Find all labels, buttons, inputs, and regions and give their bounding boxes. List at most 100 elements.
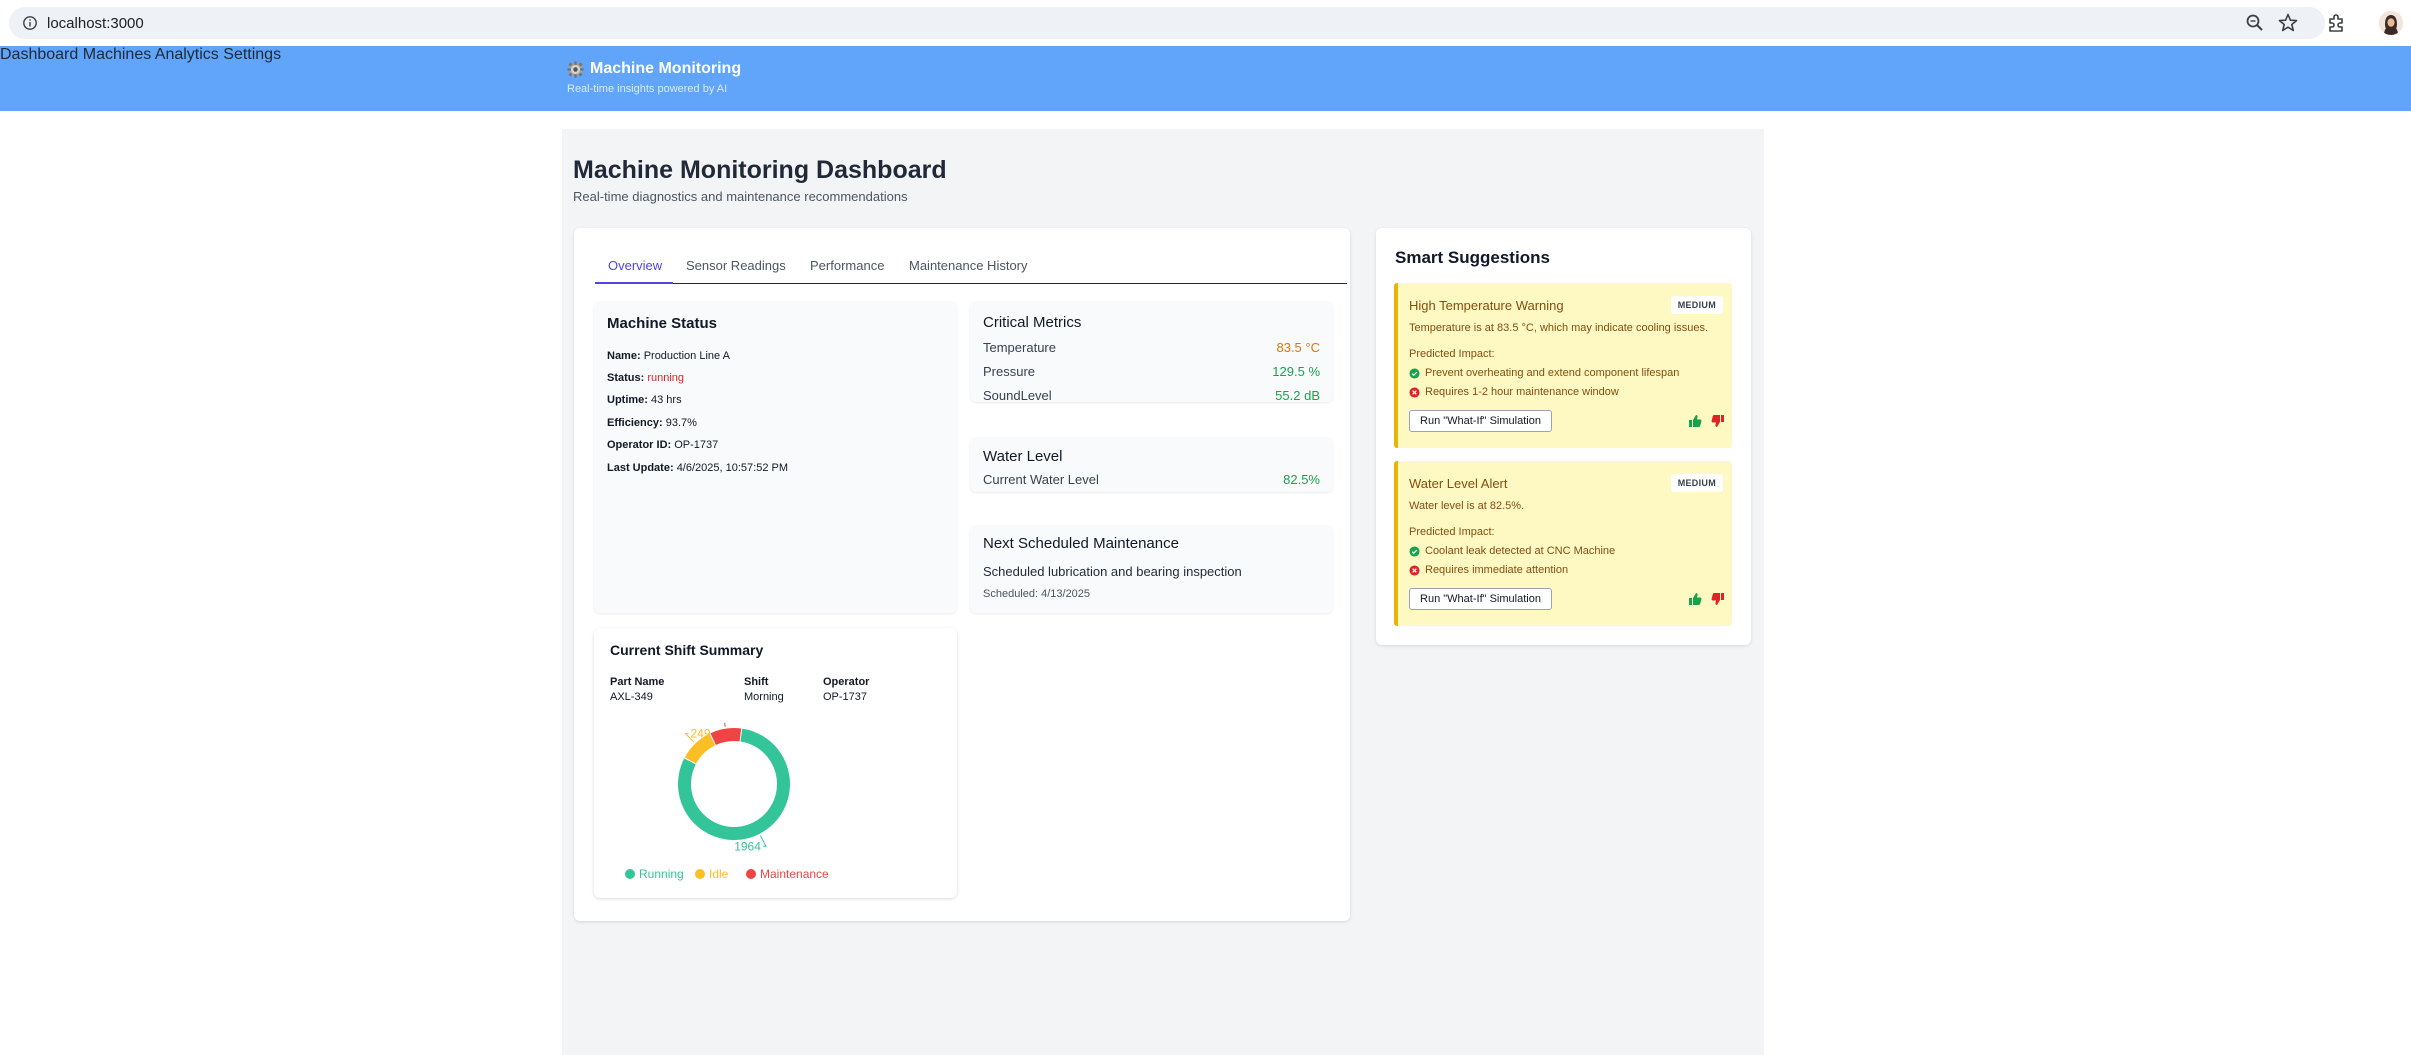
suggestion-title: High Temperature Warning [1409,298,1564,313]
x-circle-icon [1409,386,1420,398]
maintenance-date: Scheduled: 4/13/2025 [983,588,1091,600]
legend-swatch [695,869,705,879]
shift-summary-card: Current Shift Summary Part Name Shift Op… [594,628,957,898]
impact-label: Predicted Impact: [1409,526,1495,538]
suggestion-description: Water level is at 82.5%. [1409,500,1525,512]
data-label-running: 1964 [734,839,761,853]
star-icon[interactable] [2277,12,2299,34]
address-bar[interactable]: localhost:3000 [9,7,2325,39]
maintenance-panel: Next Scheduled Maintenance Scheduled lub… [970,525,1333,613]
status-row-name: Name: Production Line A [607,350,730,362]
donut-slice-maintenance [710,728,742,745]
critical-metrics-panel: Critical Metrics Temperature 83.5 °C Pre… [970,301,1333,403]
status-row-operator: Operator ID: OP-1737 [607,439,719,451]
shift-donut-chart: 1964249227RunningIdleMaintenance [625,723,829,881]
maintenance-title: Next Scheduled Maintenance [983,535,1179,552]
page-subtitle: Real-time diagnostics and maintenance re… [573,189,908,204]
metric-value-pressure: 129.5 % [1272,364,1320,379]
legend-swatch [625,869,635,879]
legend-label: Running [639,867,684,881]
shift-val-shift: Morning [744,691,784,703]
water-level-panel: Water Level Current Water Level 82.5% [970,437,1333,492]
nav-settings[interactable]: Settings [223,46,281,63]
metric-value-temperature: 83.5 °C [1276,340,1320,355]
legend-item-maintenance[interactable]: Maintenance [746,867,829,881]
extensions-icon[interactable] [2326,12,2348,34]
legend-label: Idle [709,867,729,881]
shift-head-part: Part Name [610,676,665,688]
machine-status-panel: Machine Status Name: Production Line A S… [594,301,957,613]
suggestions-title: Smart Suggestions [1395,248,1550,267]
suggestion-title: Water Level Alert [1409,476,1508,491]
suggestion-description: Temperature is at 83.5 °C, which may ind… [1409,322,1709,334]
impact-positive: Coolant leak detected at CNC Machine [1409,545,1615,557]
brand: Machine Monitoring Real-time insights po… [567,60,741,95]
tab-sensor-readings[interactable]: Sensor Readings [686,258,786,273]
water-level-title: Water Level [983,448,1063,465]
metric-label-temperature: Temperature [983,340,1056,355]
status-row-last-update: Last Update: 4/6/2025, 10:57:52 PM [607,462,788,474]
status-value: running [647,372,685,384]
info-icon[interactable] [22,15,38,31]
water-level-value: 82.5% [1283,472,1320,487]
x-circle-icon [1409,564,1420,576]
metric-label-pressure: Pressure [983,364,1036,379]
tab-maintenance-history[interactable]: Maintenance History [909,258,1028,273]
what-if-simulation-button[interactable]: Run "What-If" Simulation [1409,410,1552,432]
legend-item-running[interactable]: Running [625,867,684,881]
tab-performance[interactable]: Performance [810,258,884,273]
browser-toolbar: localhost:3000 [0,0,2411,46]
leader-line-running [759,835,767,847]
zoom-icon[interactable] [2244,12,2266,34]
nav-dashboard[interactable]: Dashboard [0,46,78,63]
app-subtitle: Real-time insights powered by AI [567,83,728,95]
leader-line-maintenance [724,723,726,727]
priority-badge: MEDIUM [1670,296,1723,314]
nav-machines[interactable]: Machines [83,46,151,63]
main-content: Machine Monitoring Dashboard Real-time d… [562,129,1764,1055]
status-row-uptime: Uptime: 43 hrs [607,394,682,406]
machine-status-title: Machine Status [607,315,718,332]
gear-icon [567,60,584,78]
thumbs-down-icon[interactable] [1711,414,1725,428]
legend-swatch [746,869,756,879]
impact-negative: Requires 1-2 hour maintenance window [1409,386,1619,398]
suggestion-water-level: Water Level Alert MEDIUM Water level is … [1394,461,1732,626]
priority-badge: MEDIUM [1670,474,1723,492]
shift-summary-title: Current Shift Summary [610,642,764,658]
shift-val-part: AXL-349 [610,691,653,703]
impact-positive: Prevent overheating and extend component… [1409,367,1679,379]
legend-item-idle[interactable]: Idle [695,867,729,881]
tab-overview[interactable]: Overview [608,258,662,273]
what-if-simulation-button[interactable]: Run "What-If" Simulation [1409,588,1552,610]
suggestion-high-temperature: High Temperature Warning MEDIUM Temperat… [1394,283,1732,448]
thumbs-up-icon[interactable] [1688,414,1702,428]
url-text[interactable]: localhost:3000 [47,15,144,32]
metric-value-soundlevel: 55.2 dB [1275,388,1320,403]
profile-avatar[interactable] [2379,11,2403,35]
check-circle-icon [1409,367,1420,379]
active-tab-indicator [595,282,673,284]
overview-card: Overview Sensor Readings Performance Mai… [574,228,1350,921]
data-label-idle: 249 [690,727,710,741]
shift-val-operator: OP-1737 [823,691,868,703]
thumbs-up-icon[interactable] [1688,592,1702,606]
metric-label-soundlevel: SoundLevel [983,388,1052,403]
thumbs-down-icon[interactable] [1711,592,1725,606]
app-title: Machine Monitoring [590,60,742,77]
maintenance-description: Scheduled lubrication and bearing inspec… [983,564,1242,579]
page-title: Machine Monitoring Dashboard [573,156,947,184]
tab-bar: Overview Sensor Readings Performance Mai… [595,249,1347,284]
shift-head-shift: Shift [744,676,769,688]
nav-analytics[interactable]: Analytics [155,46,219,63]
critical-metrics-title: Critical Metrics [983,314,1082,331]
check-circle-icon [1409,545,1420,557]
shift-head-operator: Operator [823,676,870,688]
water-level-label: Current Water Level [983,472,1099,487]
status-row-status: Status: running [607,372,685,384]
smart-suggestions-card: Smart Suggestions High Temperature Warni… [1376,228,1751,645]
impact-negative: Requires immediate attention [1409,564,1568,576]
legend-label: Maintenance [760,867,829,881]
impact-label: Predicted Impact: [1409,348,1495,360]
app-header: Machine Monitoring Real-time insights po… [0,46,2411,111]
